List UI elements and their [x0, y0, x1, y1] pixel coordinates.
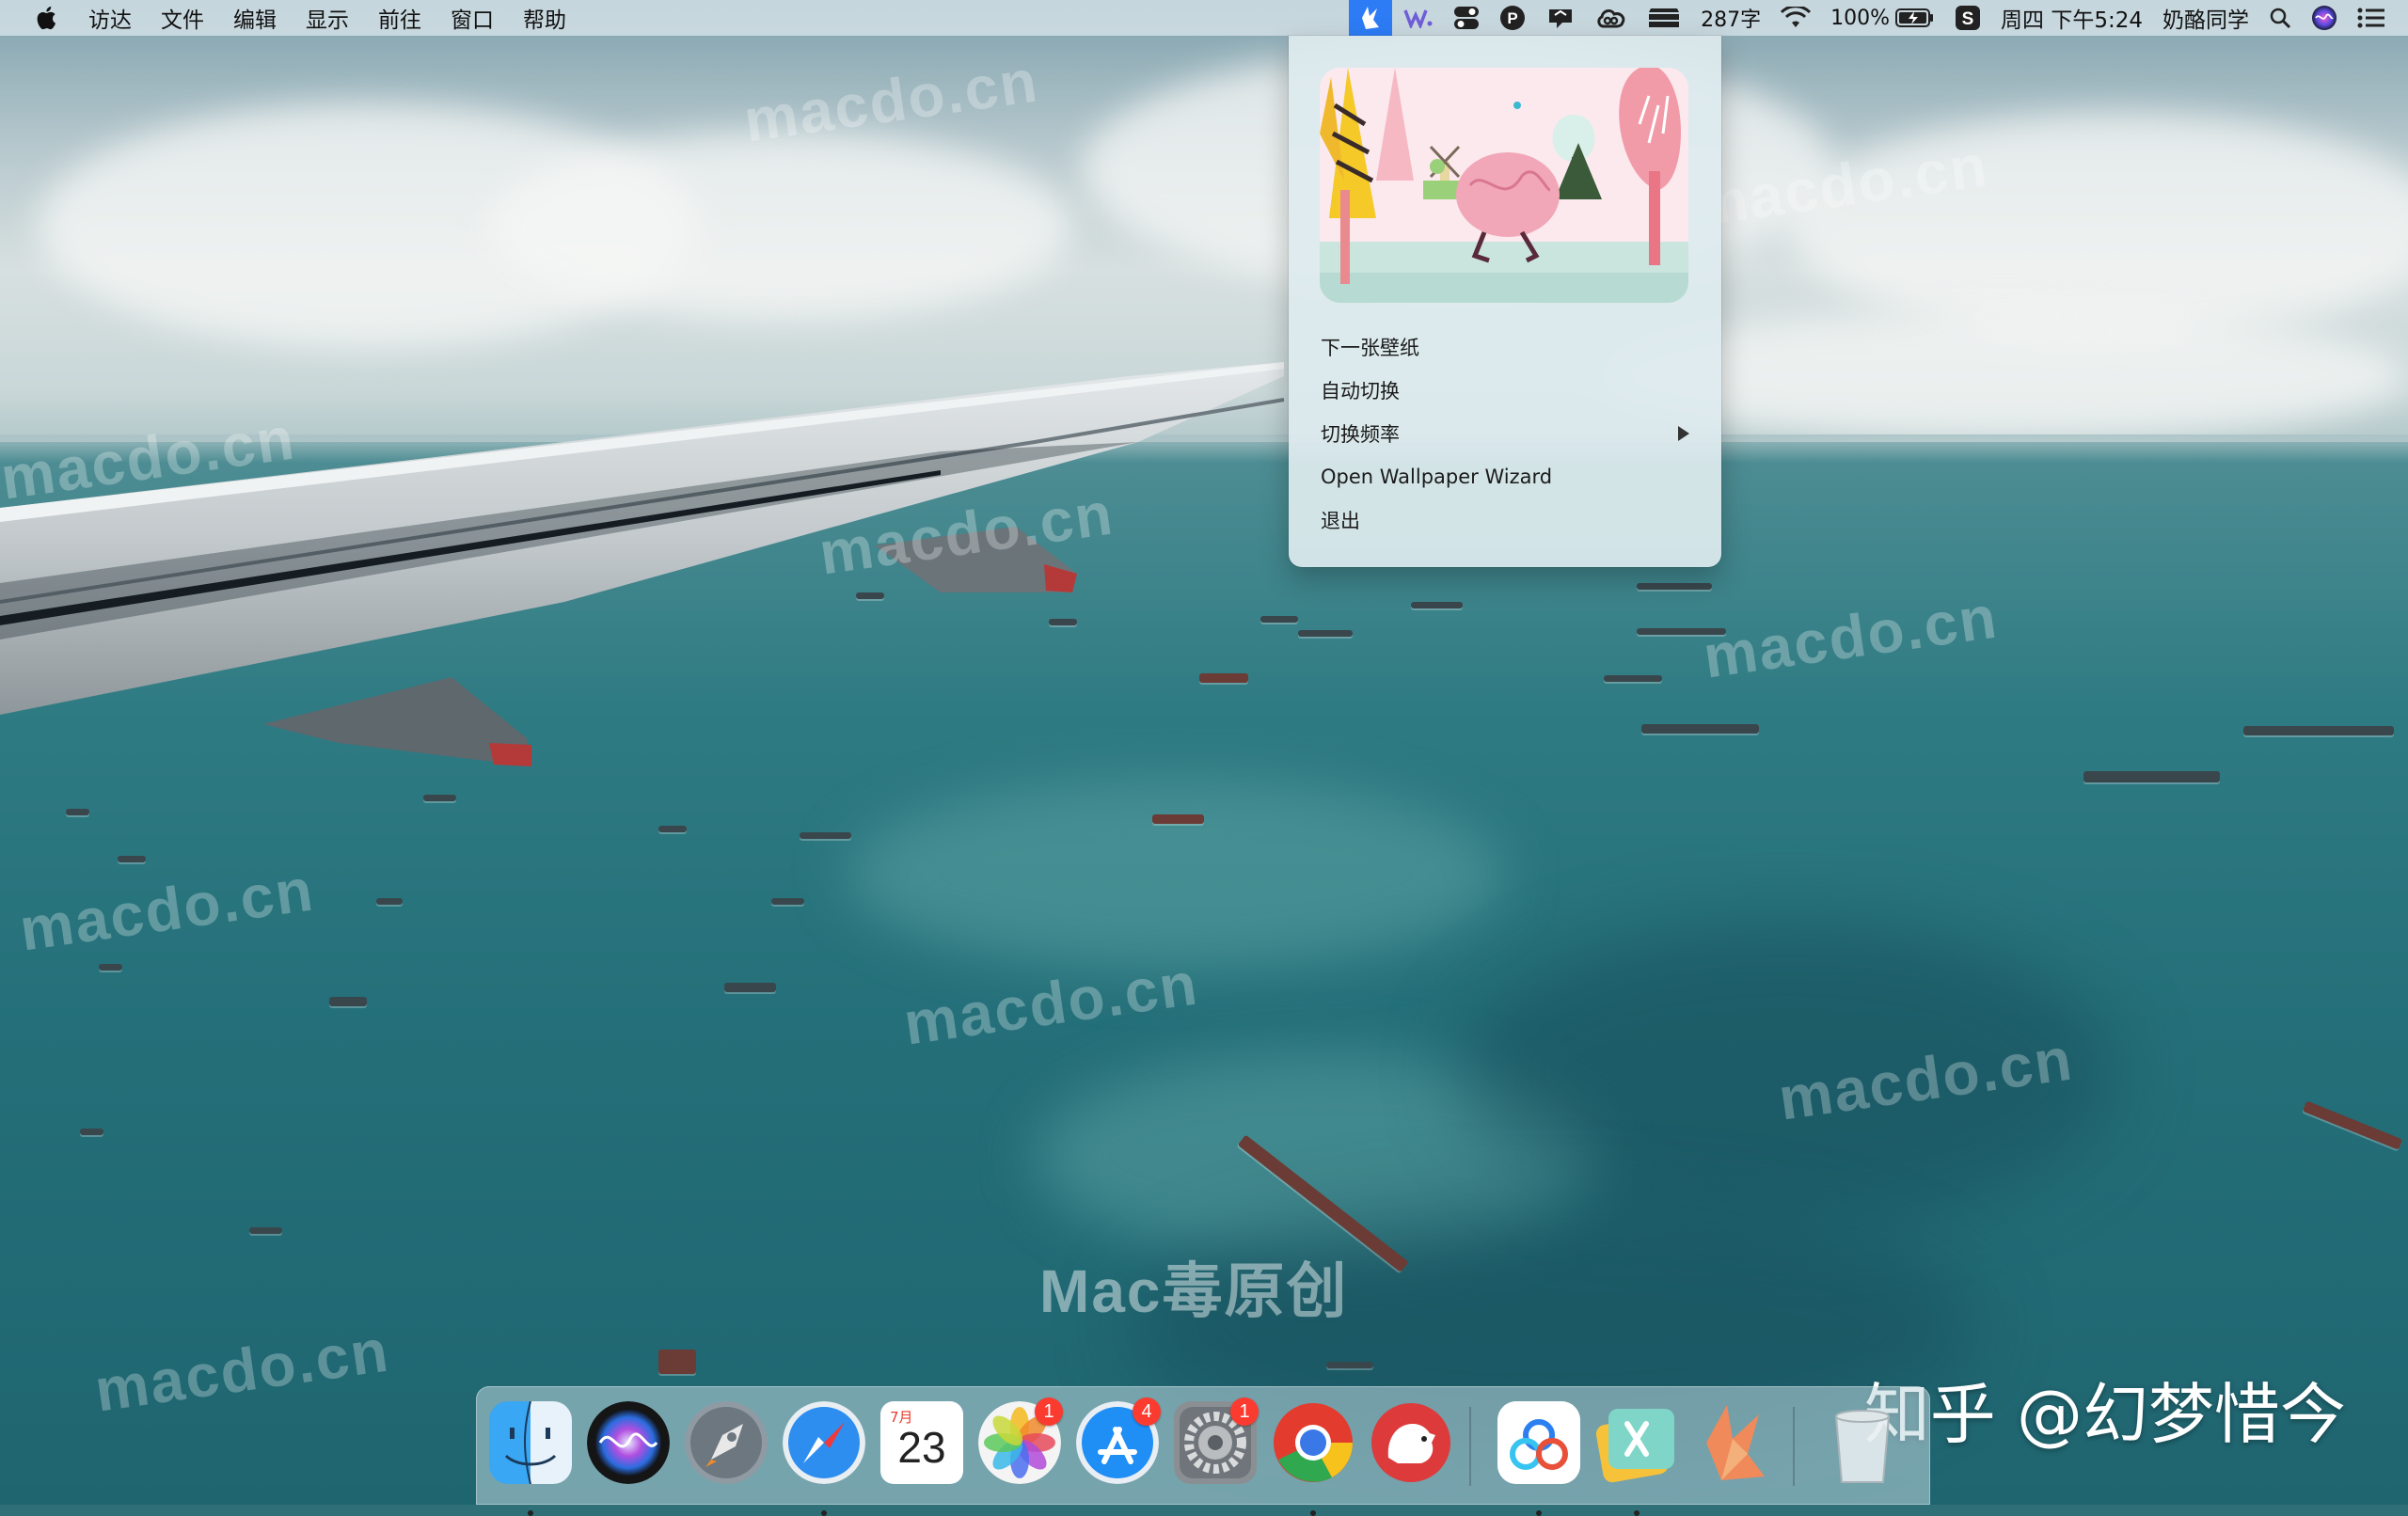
- calendar-day: 23: [897, 1423, 946, 1472]
- dock-bear[interactable]: [1370, 1401, 1452, 1484]
- dock-separator: [1793, 1407, 1795, 1486]
- menu-item-next-wallpaper[interactable]: 下一张壁纸: [1289, 325, 1721, 369]
- running-indicator: [1634, 1510, 1640, 1516]
- menu-bar: 访达 文件 编辑 显示 前往 窗口 帮助 P 287字 100% S 周四 下午…: [0, 0, 2408, 36]
- apple-logo-icon[interactable]: [36, 6, 56, 30]
- menu-file[interactable]: 文件: [161, 2, 204, 34]
- w-app-icon[interactable]: [1403, 0, 1434, 36]
- running-indicator: [1310, 1510, 1316, 1516]
- stack-list-icon[interactable]: [1647, 0, 1681, 36]
- siri-icon[interactable]: [2311, 0, 2337, 36]
- menu-item-label: 下一张壁纸: [1321, 337, 1419, 359]
- desktop-wallpaper: macdo.cn macdo.cn macdo.cn macdo.cn macd…: [0, 0, 2408, 1505]
- status-bar: P 287字 100% S 周四 下午5:24 奶酪同学: [1349, 0, 2408, 36]
- baidu-netdisk-icon: [1497, 1401, 1580, 1484]
- svg-text:S: S: [1962, 9, 1974, 29]
- dock-xmind[interactable]: [1595, 1401, 1678, 1516]
- menu-help[interactable]: 帮助: [523, 2, 566, 34]
- wallpaper-wizard-app-icon: [1693, 1401, 1776, 1484]
- dock-siri[interactable]: [587, 1401, 670, 1484]
- notification-badge: 1: [1230, 1398, 1259, 1426]
- notification-cleaner-icon[interactable]: [1545, 0, 1576, 36]
- chrome-icon: [1272, 1401, 1354, 1484]
- menu-item-label: 切换频率: [1321, 423, 1400, 446]
- user-name[interactable]: 奶酪同学: [2162, 0, 2249, 36]
- dock-system-preferences[interactable]: 1: [1174, 1398, 1259, 1484]
- running-indicator: [528, 1510, 533, 1516]
- menu-item-open-wallpaper-wizard[interactable]: Open Wallpaper Wizard: [1289, 455, 1721, 498]
- dock-baidu-netdisk[interactable]: [1497, 1401, 1580, 1516]
- menu-item-auto-switch[interactable]: 自动切换: [1289, 369, 1721, 412]
- safari-icon: [783, 1401, 865, 1484]
- menu-item-label: 自动切换: [1321, 380, 1400, 403]
- menu-finder[interactable]: 访达: [88, 2, 132, 34]
- dock-calendar[interactable]: 7月 23: [880, 1401, 963, 1484]
- menu-item-label: Open Wallpaper Wizard: [1321, 466, 1553, 488]
- menu-window[interactable]: 窗口: [451, 2, 494, 34]
- dock-wallpaper-wizard[interactable]: [1693, 1401, 1776, 1484]
- running-indicator: [821, 1510, 827, 1516]
- sogou-input-icon[interactable]: S: [1955, 0, 1981, 36]
- dock-launchpad[interactable]: [685, 1401, 768, 1484]
- dock-chrome[interactable]: [1272, 1401, 1354, 1516]
- svg-text:P: P: [1507, 9, 1517, 27]
- submenu-arrow-icon: [1678, 426, 1689, 441]
- dock-finder[interactable]: [489, 1401, 572, 1516]
- dock-app-store[interactable]: 4: [1076, 1398, 1161, 1484]
- dock-trash[interactable]: [1821, 1401, 1904, 1484]
- menu-go[interactable]: 前往: [378, 2, 421, 34]
- menu-item-switch-frequency[interactable]: 切换频率: [1289, 412, 1721, 455]
- wifi-icon[interactable]: [1781, 0, 1812, 36]
- creative-cloud-icon[interactable]: [1595, 0, 1627, 36]
- watermark-center: Mac毒原创: [1039, 1257, 1349, 1325]
- dock-safari[interactable]: [783, 1401, 865, 1516]
- wallpaper-wizard-menu-icon[interactable]: [1349, 0, 1393, 36]
- trash-icon: [1821, 1401, 1904, 1484]
- xmind-icon: [1595, 1401, 1678, 1484]
- dock-separator: [1469, 1407, 1471, 1486]
- wallpaper-preview-illustration: [1320, 68, 1688, 303]
- notification-center-icon[interactable]: [2357, 0, 2385, 36]
- p-circle-icon[interactable]: P: [1499, 0, 1526, 36]
- running-indicator: [1536, 1510, 1542, 1516]
- notification-badge: 4: [1133, 1398, 1161, 1426]
- battery-percent[interactable]: 100%: [1830, 0, 1890, 36]
- battery-icon[interactable]: [1895, 0, 1935, 36]
- calendar-icon: 7月 23: [880, 1401, 963, 1484]
- menu-view[interactable]: 显示: [306, 2, 349, 34]
- siri-app-icon: [587, 1401, 670, 1484]
- watermark-zhihu: 知乎 @幻梦惜今: [1863, 1376, 2346, 1453]
- bear-icon: [1370, 1401, 1452, 1484]
- dock: 7月 23 1 4 1: [476, 1386, 1930, 1516]
- launchpad-icon: [685, 1401, 768, 1484]
- menu-item-label: 退出: [1321, 510, 1360, 532]
- finder-icon: [489, 1401, 572, 1484]
- notification-badge: 1: [1035, 1398, 1063, 1426]
- toggle-switch-icon[interactable]: [1453, 0, 1480, 36]
- clock[interactable]: 周四 下午5:24: [2001, 0, 2143, 36]
- dock-photos[interactable]: 1: [978, 1398, 1063, 1484]
- word-count-status[interactable]: 287字: [1701, 0, 1761, 36]
- menu-edit[interactable]: 编辑: [233, 2, 277, 34]
- wallpaper-wizard-menu: 下一张壁纸 自动切换 切换频率 Open Wallpaper Wizard 退出: [1289, 36, 1721, 567]
- menu-item-quit[interactable]: 退出: [1289, 498, 1721, 542]
- spotlight-search-icon[interactable]: [2269, 0, 2291, 36]
- menu-list: 下一张壁纸 自动切换 切换频率 Open Wallpaper Wizard 退出: [1289, 325, 1721, 542]
